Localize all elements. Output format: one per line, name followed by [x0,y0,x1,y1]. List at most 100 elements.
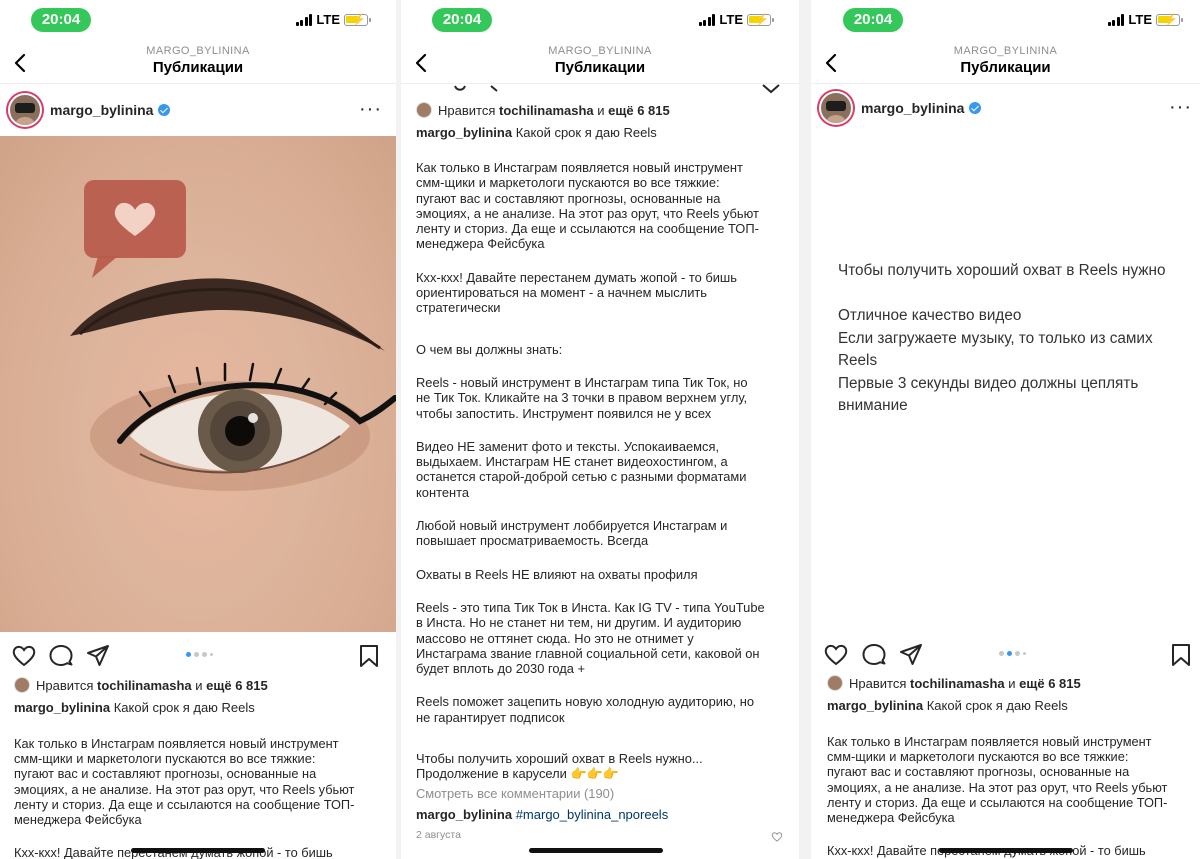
scrolled-bookmark-icon [762,84,780,94]
caption-paragraph-2: Кхх-кхх! Давайте перестанем думать жопой… [416,269,737,316]
caption-paragraph-4: Reels - новый инструмент в Инстаграм тип… [416,374,748,421]
avatar[interactable] [819,91,853,125]
battery-icon: ⚡ [747,13,774,26]
verified-icon [969,102,982,114]
comment-icon[interactable] [861,642,887,668]
caption-username[interactable]: margo_bylinina [14,700,110,715]
likes-prefix: Нравится [438,102,496,118]
caption-paragraph-7: Охваты в Reels НЕ влияют на охваты профи… [416,566,698,582]
home-indicator [131,848,265,853]
screen-3: 20:04 LTE ⚡ MARGO_BYLININA Публикации ma… [811,0,1200,859]
caption-paragraph-5: Видео НЕ заменит фото и тексты. Успокаив… [416,438,747,500]
network-label: LTE [316,12,340,27]
like-heart-icon[interactable] [823,642,849,668]
caption-paragraph-8: Reels - это типа Тик Ток в Инста. Как IG… [416,599,765,677]
caption-line: margo_bylinina Какой срок я даю Reels [14,700,255,715]
more-options-icon[interactable]: ··· [359,98,382,121]
caption-username[interactable]: margo_bylinina [416,125,512,140]
screen-2: 20:04 LTE ⚡ MARGO_BYLININA Публикации Нр… [401,0,799,859]
liker-avatar [827,675,843,691]
likes-join: и [1008,675,1016,691]
caption-paragraph-6: Любой новый инструмент лоббируется Инста… [416,518,728,549]
likes-prefix: Нравится [849,675,907,691]
liker-username[interactable]: tochilinamasha [499,103,594,118]
share-send-icon[interactable] [898,642,924,668]
battery-icon: ⚡ [1156,13,1183,26]
post-username[interactable]: margo_bylinina [50,102,153,118]
comment-row: margo_bylinina #margo_bylinina_nporeels [416,807,786,822]
share-send-icon[interactable] [85,643,111,669]
likes-count[interactable]: ещё 6 815 [206,678,268,693]
avatar[interactable] [8,93,42,127]
status-time[interactable]: 20:04 [432,8,492,32]
signal-icon [1107,13,1125,26]
caption-paragraph-10: Чтобы получить хороший охват в Reels нуж… [416,751,703,782]
likes-count[interactable]: ещё 6 815 [608,103,670,118]
liker-avatar [14,677,30,693]
post-actions [811,636,1200,672]
header-account: MARGO_BYLININA [548,45,652,57]
comment-username[interactable]: margo_bylinina [416,807,512,822]
likes-join: и [597,102,605,118]
hashtag-link[interactable]: #margo_bylinina_nporeels [516,807,669,822]
page-header: MARGO_BYLININA Публикации [401,44,799,84]
post-author-row: margo_bylinina ··· [811,84,1200,132]
view-comments-link[interactable]: Смотреть все комментарии (190) [416,786,786,801]
heart-sticker-icon [84,180,186,278]
carousel-dots [186,652,213,657]
signal-icon [698,13,716,26]
bookmark-icon[interactable] [1168,642,1194,668]
like-heart-icon[interactable] [11,643,37,669]
network-indicator: LTE ⚡ [295,12,371,27]
back-icon[interactable] [411,52,433,74]
liker-username[interactable]: tochilinamasha [97,678,192,693]
likes-count[interactable]: ещё 6 815 [1019,676,1081,691]
scrolled-actions-icon [454,85,498,92]
slide-text: Чтобы получить хороший охват в Reels нуж… [838,262,1166,414]
liker-username[interactable]: tochilinamasha [910,676,1005,691]
post-author-row: margo_bylinina ··· [0,86,396,134]
bookmark-icon[interactable] [356,643,382,669]
network-indicator: LTE ⚡ [698,12,774,27]
caption-line: margo_bylinina Какой срок я даю Reels [827,698,1068,713]
likes-join: и [195,677,203,693]
status-bar: 20:04 LTE ⚡ [0,6,396,34]
network-label: LTE [719,12,743,27]
status-time[interactable]: 20:04 [31,8,91,32]
header-account: MARGO_BYLININA [953,45,1058,57]
caption-paragraph-1: Как только в Инстаграм появляется новый … [827,734,1168,826]
home-indicator [529,848,663,853]
verified-icon [158,104,171,116]
signal-icon [295,13,313,26]
post-username[interactable]: margo_bylinina [861,100,964,116]
carousel-dots [999,651,1026,656]
caption-username[interactable]: margo_bylinina [827,698,923,713]
page-title: Публикации [152,59,244,76]
battery-icon: ⚡ [344,13,371,26]
liker-avatar [416,102,432,118]
home-indicator [939,848,1073,853]
caption-paragraph-3: О чем вы должны знать: [416,341,563,357]
likes-summary[interactable]: Нравится tochilinamasha и ещё 6 815 [416,102,670,118]
more-options-icon[interactable]: ··· [1169,96,1192,119]
post-actions [0,637,396,673]
page-header: MARGO_BYLININA Публикации [811,44,1200,84]
caption-title: Какой срок я даю Reels [926,698,1068,713]
back-icon[interactable] [821,52,843,74]
comment-icon[interactable] [48,643,74,669]
eye-illustration [70,180,396,491]
likes-summary[interactable]: Нравится tochilinamasha и ещё 6 815 [827,675,1081,691]
back-icon[interactable] [10,52,32,74]
screen-1: 20:04 LTE ⚡ MARGO_BYLININA Публикации ma… [0,0,396,859]
likes-summary[interactable]: Нравится tochilinamasha и ещё 6 815 [14,677,268,693]
page-title: Публикации [960,59,1051,76]
caption-paragraph-9: Reels поможет зацепить новую холодную ау… [416,694,755,725]
post-date: 2 августа [416,829,461,842]
post-photo[interactable] [0,136,396,632]
status-time[interactable]: 20:04 [843,8,903,32]
caption-full-text: Как только в Инстаграм появляется новый … [416,160,786,844]
status-bar: 20:04 LTE ⚡ [811,6,1200,34]
comment-like-icon[interactable] [771,831,783,843]
carousel-slide[interactable]: Чтобы получить хороший охват в Reels нуж… [811,136,1200,632]
status-bar: 20:04 LTE ⚡ [401,6,799,34]
